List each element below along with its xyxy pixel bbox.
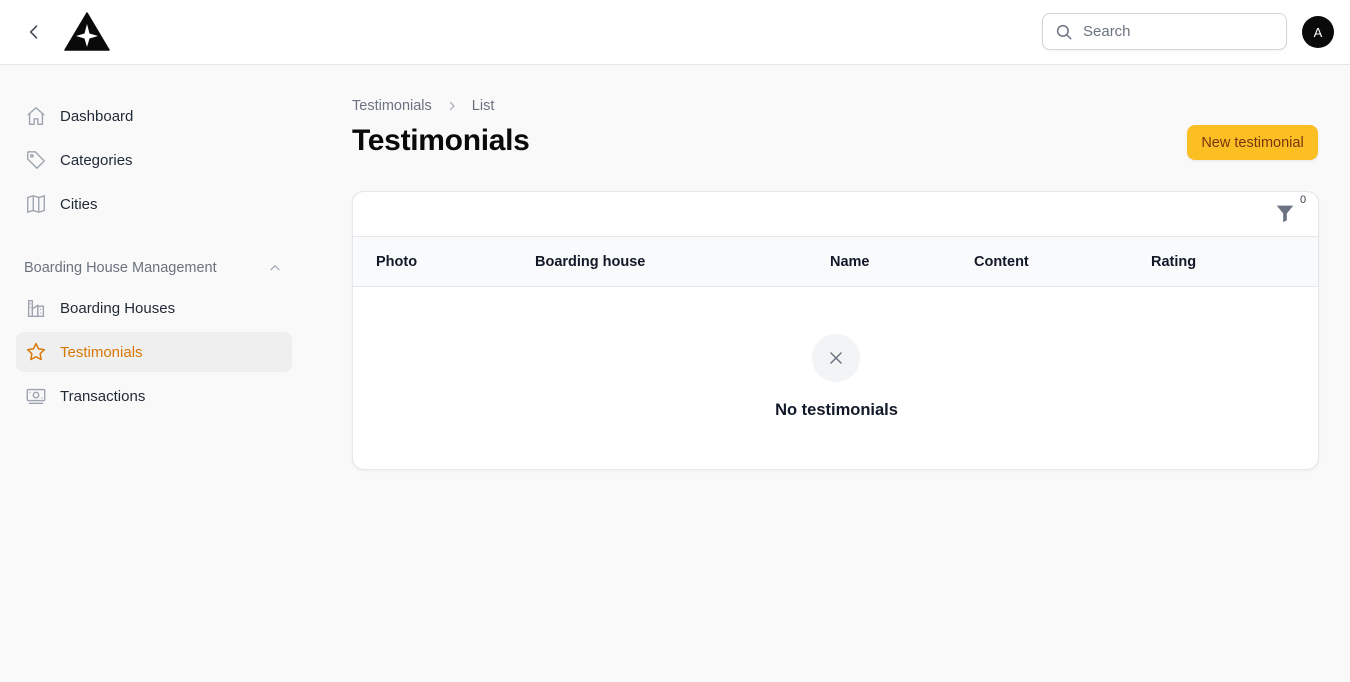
testimonials-table: 0 Photo Boarding house Name Content Rati…	[352, 191, 1319, 470]
chevron-up-icon	[270, 265, 280, 271]
sidebar-item-testimonials[interactable]: Testimonials	[16, 332, 292, 372]
empty-state-heading: No testimonials	[775, 401, 898, 419]
top-bar: A	[0, 0, 1350, 65]
table-toolbar: 0	[353, 192, 1318, 237]
chevron-right-icon	[446, 100, 458, 112]
new-testimonial-button[interactable]: New testimonial	[1187, 125, 1318, 160]
back-button[interactable]	[22, 20, 46, 44]
page-title: Testimonials	[352, 124, 530, 157]
money-icon	[24, 384, 48, 408]
sidebar: Dashboard Categories Cities Boarding Hou…	[16, 96, 292, 420]
column-header-boarding-house[interactable]: Boarding house	[535, 254, 645, 270]
breadcrumb-link-testimonials[interactable]: Testimonials	[352, 98, 432, 114]
sidebar-group-toggle[interactable]: Boarding House Management	[16, 248, 292, 288]
tag-icon	[24, 148, 48, 172]
sidebar-item-categories[interactable]: Categories	[16, 140, 292, 180]
breadcrumb: Testimonials List	[352, 98, 494, 114]
building-icon	[24, 296, 48, 320]
sidebar-item-dashboard[interactable]: Dashboard	[16, 96, 292, 136]
table-header: Photo Boarding house Name Content Rating	[353, 237, 1318, 287]
column-header-name[interactable]: Name	[830, 254, 870, 270]
column-header-content[interactable]: Content	[974, 254, 1029, 270]
sidebar-item-label: Dashboard	[60, 107, 134, 125]
sidebar-item-label: Categories	[60, 151, 133, 169]
breadcrumb-current: List	[471, 98, 495, 114]
sidebar-item-label: Cities	[60, 195, 98, 213]
app-logo[interactable]	[63, 12, 111, 52]
sidebar-item-label: Boarding Houses	[60, 299, 176, 317]
filter-count-badge: 0	[1297, 194, 1310, 206]
search-box[interactable]	[1042, 13, 1287, 50]
sidebar-item-cities[interactable]: Cities	[16, 184, 292, 224]
filter-button[interactable]	[1274, 202, 1298, 226]
sidebar-group-label: Boarding House Management	[24, 260, 217, 276]
sidebar-item-label: Testimonials	[60, 343, 143, 361]
home-icon	[24, 104, 48, 128]
chevron-left-icon	[29, 25, 38, 39]
user-avatar[interactable]: A	[1302, 16, 1334, 48]
column-header-photo[interactable]: Photo	[376, 254, 417, 270]
search-icon	[1056, 24, 1072, 39]
sidebar-item-transactions[interactable]: Transactions	[16, 376, 292, 416]
filter-icon	[1276, 205, 1294, 223]
sidebar-item-boarding-houses[interactable]: Boarding Houses	[16, 288, 292, 328]
sidebar-item-label: Transactions	[60, 387, 146, 405]
map-icon	[24, 192, 48, 216]
close-icon	[812, 334, 860, 382]
star-icon	[24, 340, 48, 364]
search-input[interactable]	[1083, 23, 1273, 40]
empty-state: No testimonials	[353, 288, 1318, 469]
column-header-rating[interactable]: Rating	[1151, 254, 1196, 270]
